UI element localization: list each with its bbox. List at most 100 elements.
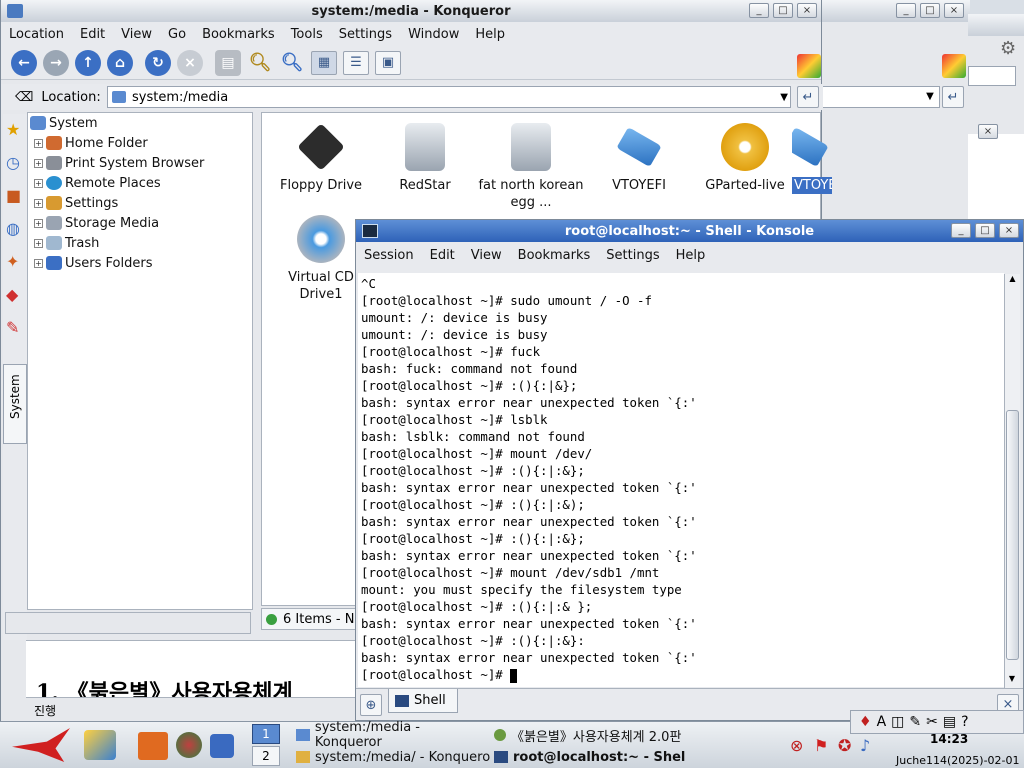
tree-item-system[interactable]: System [28, 113, 252, 133]
tree-item-users[interactable]: + Users Folders [28, 253, 252, 273]
tree-item-storage[interactable]: + Storage Media [28, 213, 252, 233]
reload-icon[interactable]: ↻ [145, 49, 171, 76]
media-tab-icon[interactable]: ◆ [6, 285, 24, 304]
menu-session[interactable]: Session [356, 248, 422, 263]
tree-item-remote[interactable]: + Remote Places [28, 173, 252, 193]
print-icon[interactable]: ▤ [215, 49, 241, 76]
menu-tools[interactable]: Tools [283, 27, 331, 42]
flag-icon[interactable]: ♦ [859, 714, 872, 730]
volume-icon[interactable]: ♪ [860, 736, 870, 755]
clear-location-icon[interactable]: ⌫ [15, 90, 33, 105]
menu-settings[interactable]: Settings [598, 248, 667, 263]
tools-icon[interactable]: ✂ [926, 714, 938, 730]
search-field[interactable] [968, 66, 1016, 86]
korea-flag-icon[interactable]: ✪ [838, 736, 851, 755]
desktop-1[interactable]: 1 [252, 724, 280, 744]
media-item-redstar[interactable]: RedStar [370, 123, 480, 194]
task-document[interactable]: 《붉은별》사용자용체계 2.0판 [494, 725, 686, 745]
terminal-output[interactable]: ^C [root@localhost ~]# sudo umount / -O -… [358, 273, 1004, 687]
konsole-titlebar[interactable]: root@localhost:~ - Shell - Konsole _ □ × [356, 220, 1023, 242]
menu-window[interactable]: Window [400, 27, 467, 42]
task-konqueror-1[interactable]: system:/media - Konqueror [296, 720, 490, 750]
menu-view[interactable]: View [113, 27, 160, 42]
history-tab-icon[interactable]: ◷ [6, 153, 24, 172]
expand-icon[interactable]: + [34, 198, 43, 208]
system-tab[interactable]: System [3, 364, 27, 444]
close-icon[interactable]: × [999, 223, 1019, 238]
expand-icon[interactable]: + [34, 138, 43, 148]
media-item-egg[interactable]: fat north korean egg ... [476, 123, 586, 211]
media-player-icon[interactable] [210, 734, 234, 758]
media-item-floppy[interactable]: Floppy Drive [266, 123, 376, 194]
help-icon[interactable]: ? [961, 714, 968, 730]
clock[interactable]: 14:23 [930, 732, 968, 746]
menu-location[interactable]: Location [1, 27, 72, 42]
tree-item-trash[interactable]: + Trash [28, 233, 252, 253]
back-icon[interactable]: ← [11, 49, 37, 76]
menu-help[interactable]: Help [668, 248, 714, 263]
close-icon[interactable]: × [797, 3, 817, 18]
gear-icon[interactable]: ⚙ [1000, 38, 1016, 59]
sidebar-scrollbar[interactable] [5, 612, 251, 634]
location-input[interactable]: system:/media ▼ [107, 86, 791, 108]
close-icon[interactable]: × [944, 3, 964, 18]
stop-icon[interactable]: × [177, 49, 203, 76]
network-tab-icon[interactable]: ◍ [6, 219, 24, 238]
home-icon[interactable]: ⌂ [107, 49, 133, 76]
forward-icon[interactable]: → [43, 49, 69, 76]
preview-icon[interactable]: ▣ [375, 50, 401, 75]
red-flag-icon[interactable]: ⚑ [814, 736, 828, 755]
menu-bookmarks[interactable]: Bookmarks [194, 27, 283, 42]
menu-view[interactable]: View [463, 248, 510, 263]
menu-edit[interactable]: Edit [72, 27, 113, 42]
desktop-2[interactable]: 2 [252, 746, 280, 766]
menu-edit[interactable]: Edit [422, 248, 463, 263]
go-icon[interactable]: ↵ [942, 86, 964, 108]
expand-icon[interactable]: + [34, 158, 43, 168]
detail-view-icon[interactable]: ☰ [343, 50, 369, 75]
bookmarks-tab-icon[interactable]: ★ [6, 120, 24, 139]
maximize-icon[interactable]: □ [975, 223, 995, 238]
minimize-icon[interactable]: _ [749, 3, 769, 18]
date[interactable]: Juche114(2025)-02-01 [896, 754, 1020, 767]
media-item-vtoyefi-selected[interactable]: VTOYEFI [792, 123, 832, 194]
scroll-down-icon[interactable]: ▼ [1005, 674, 1019, 688]
services-tab-icon[interactable]: ✦ [6, 252, 24, 271]
media-item-gparted[interactable]: GParted-live [690, 123, 800, 194]
expand-icon[interactable]: + [34, 238, 43, 248]
tree-item-settings[interactable]: + Settings [28, 193, 252, 213]
close-icon[interactable]: × [978, 124, 998, 139]
background-window-titlebar[interactable]: _ □ × [820, 0, 970, 22]
task-konsole[interactable]: root@localhost:~ - Shell [494, 747, 686, 767]
maximize-icon[interactable]: □ [773, 3, 793, 18]
tab-shell[interactable]: Shell [388, 689, 458, 713]
tree-item-home[interactable]: + Home Folder [28, 133, 252, 153]
menu-bookmarks[interactable]: Bookmarks [510, 248, 599, 263]
notes-icon[interactable]: ✎ [909, 714, 921, 730]
menu-settings[interactable]: Settings [331, 27, 400, 42]
clipboard-icon[interactable]: ▤ [943, 714, 956, 730]
zoom-out-icon[interactable]: 🔍︎ [279, 50, 305, 76]
go-icon[interactable]: ↵ [797, 86, 819, 108]
expand-icon[interactable]: + [34, 178, 43, 188]
zoom-in-icon[interactable]: 🔍︎ [247, 50, 273, 76]
dropdown-arrow-icon[interactable]: ▼ [780, 92, 788, 103]
font-icon[interactable]: A [877, 714, 887, 730]
terminal-scrollbar[interactable]: ▲ ▼ [1004, 274, 1020, 688]
new-session-icon[interactable]: ⊕ [360, 694, 382, 716]
minimize-icon[interactable]: _ [951, 223, 971, 238]
browser-icon[interactable] [176, 732, 202, 758]
maximize-icon[interactable]: □ [920, 3, 940, 18]
edit-icon[interactable] [84, 730, 116, 760]
start-menu-star-icon[interactable] [12, 728, 70, 762]
scroll-thumb[interactable] [1006, 410, 1019, 660]
books-icon[interactable] [138, 732, 168, 760]
network-icon[interactable]: ⊗ [790, 736, 803, 755]
media-item-vtoyefi[interactable]: VTOYEFI [584, 123, 694, 194]
home-tab-icon[interactable]: ■ [6, 186, 24, 205]
konqueror-titlebar[interactable]: system:/media - Konqueror _ □ × [1, 0, 821, 22]
scroll-up-icon[interactable]: ▲ [1005, 274, 1020, 288]
dropdown-arrow-icon[interactable]: ▼ [922, 88, 938, 106]
pin-tab-icon[interactable]: ✎ [6, 318, 24, 337]
minimize-icon[interactable]: _ [896, 3, 916, 18]
